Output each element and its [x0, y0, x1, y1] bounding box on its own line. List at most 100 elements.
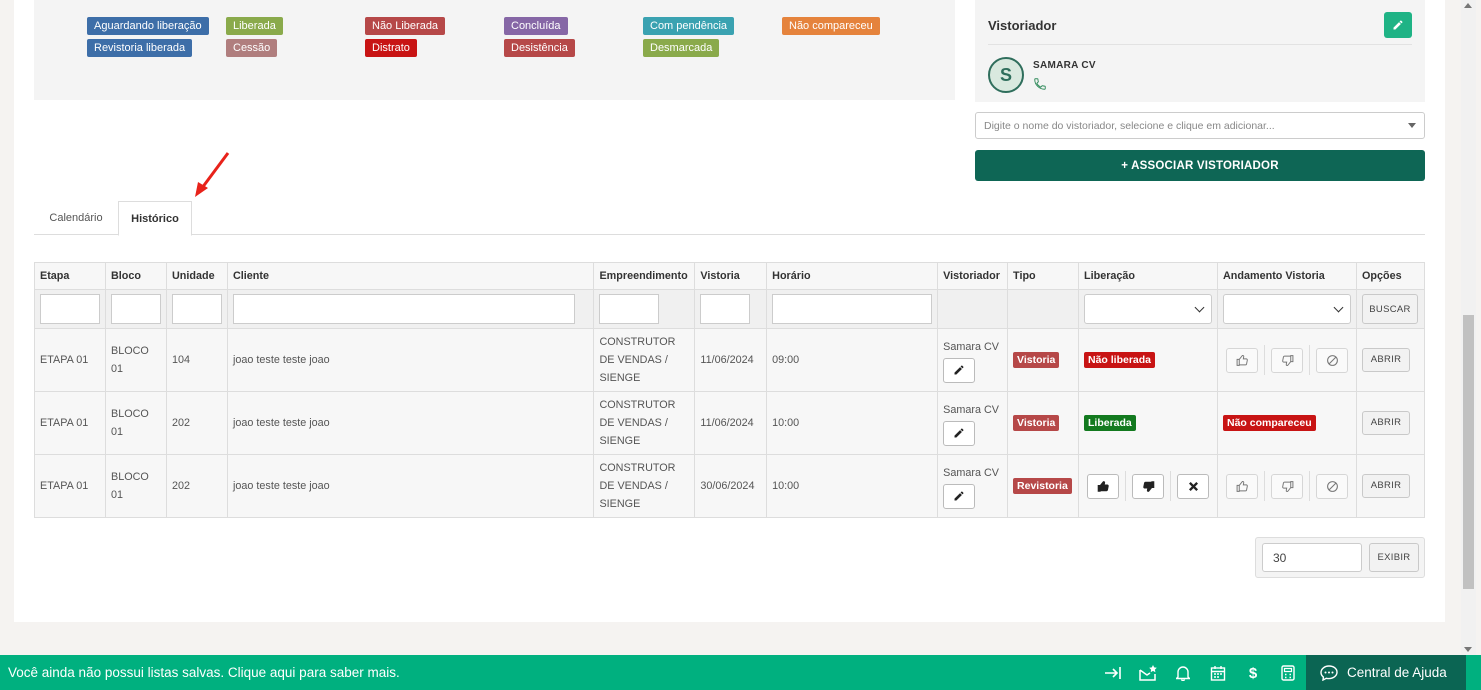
legend-distrato: Distrato: [365, 39, 417, 57]
bell-icon[interactable]: [1173, 663, 1193, 683]
cell-vistoria: 11/06/2024: [694, 391, 768, 455]
pencil-icon: [954, 365, 964, 375]
legend-nao-liberada: Não Liberada: [365, 17, 446, 35]
legend-desistencia: Desistência: [504, 39, 575, 57]
abrir-button[interactable]: ABRIR: [1362, 474, 1410, 498]
filter-etapa-input[interactable]: [40, 294, 100, 324]
header-opcoes: Opções: [1356, 262, 1425, 290]
buscar-button[interactable]: BUSCAR: [1362, 294, 1418, 324]
liberar-button[interactable]: [1087, 473, 1119, 499]
page-size-input[interactable]: 30: [1262, 543, 1362, 572]
nao-compareceu-button[interactable]: [1271, 347, 1303, 373]
pencil-icon: [1393, 20, 1403, 30]
table-row: ETAPA 01 BLOCO 01 104 joao teste teste j…: [34, 328, 1425, 392]
vistoriador-name: Samara CV: [943, 403, 999, 416]
cell-etapa: ETAPA 01: [34, 391, 106, 455]
divider: [988, 44, 1412, 45]
header-tipo: Tipo: [1007, 262, 1079, 290]
cancelar-button[interactable]: [1316, 473, 1348, 499]
calendar-icon[interactable]: [1208, 663, 1228, 683]
mail-star-icon[interactable]: [1138, 663, 1158, 683]
filter-cliente-input[interactable]: [233, 294, 575, 324]
cancelar-liberacao-button[interactable]: [1177, 473, 1209, 499]
scrollbar-thumb[interactable]: [1463, 315, 1474, 589]
tab-historico[interactable]: Histórico: [118, 201, 192, 236]
filter-vistoria-input[interactable]: [700, 294, 751, 324]
vistoriador-select-placeholder: Digite o nome do vistoriador, selecione …: [984, 120, 1275, 132]
filter-andamento-select[interactable]: [1223, 294, 1351, 324]
phone-icon[interactable]: [1033, 77, 1047, 94]
compareceu-button[interactable]: [1226, 473, 1258, 499]
cell-tipo: Revistoria: [1007, 454, 1079, 518]
saved-lists-message[interactable]: Você ainda não possui listas salvas. Cli…: [8, 665, 400, 680]
header-unidade: Unidade: [166, 262, 228, 290]
header-horario: Horário: [766, 262, 939, 290]
cell-unidade: 202: [166, 391, 228, 455]
cell-vistoria: 30/06/2024: [694, 454, 768, 518]
cancelar-button[interactable]: [1316, 347, 1348, 373]
cell-empreendimento: CONSTRUTOR DE VENDAS / SIENGE: [593, 454, 696, 518]
nao-compareceu-button[interactable]: [1271, 473, 1303, 499]
thumbs-up-icon: [1236, 354, 1248, 366]
abrir-button[interactable]: ABRIR: [1362, 348, 1410, 372]
filter-liberacao-select[interactable]: [1084, 294, 1212, 324]
filter-row: BUSCAR: [34, 289, 1425, 329]
scrollbar[interactable]: [1461, 0, 1476, 655]
collapse-icon[interactable]: [1103, 663, 1123, 683]
legend-revistoria-liberada: Revistoria liberada: [87, 39, 193, 57]
ban-icon: [1326, 480, 1338, 492]
liberacao-badge: Liberada: [1084, 415, 1136, 431]
edit-vistoriador-button[interactable]: [943, 420, 976, 446]
legend-concluida: Concluída: [504, 17, 568, 35]
calculator-icon[interactable]: [1278, 663, 1298, 683]
header-bloco: Bloco: [105, 262, 167, 290]
vistoriador-select[interactable]: Digite o nome do vistoriador, selecione …: [975, 112, 1425, 139]
edit-vistoriador-button[interactable]: [1384, 12, 1412, 38]
page-size-control: 30 EXIBIR: [1255, 537, 1425, 578]
header-vistoriador: Vistoriador: [937, 262, 1009, 290]
chevron-down-icon: [1333, 302, 1344, 313]
nao-liberar-button[interactable]: [1132, 473, 1164, 499]
scroll-down-arrow[interactable]: [1464, 647, 1472, 652]
header-etapa: Etapa: [34, 262, 106, 290]
central-de-ajuda-button[interactable]: Central de Ajuda: [1306, 655, 1466, 690]
cell-horario: 09:00: [766, 328, 939, 392]
edit-vistoriador-button[interactable]: [943, 357, 976, 383]
cell-bloco: BLOCO 01: [105, 328, 167, 392]
legend-cessao: Cessão: [226, 39, 278, 57]
associar-vistoriador-button[interactable]: + ASSOCIAR VISTORIADOR: [975, 150, 1425, 181]
filter-horario-input[interactable]: [772, 294, 933, 324]
thumbs-down-icon: [1281, 480, 1293, 492]
header-liberacao: Liberação: [1078, 262, 1218, 290]
thumbs-down-icon: [1281, 354, 1293, 366]
cell-tipo: Vistoria: [1007, 328, 1079, 392]
cell-etapa: ETAPA 01: [34, 454, 106, 518]
header-andamento: Andamento Vistoria: [1217, 262, 1357, 290]
abrir-button[interactable]: ABRIR: [1362, 411, 1410, 435]
liberacao-badge: Não liberada: [1084, 352, 1156, 368]
cell-horario: 10:00: [766, 391, 939, 455]
cell-cliente: joao teste teste joao: [226, 454, 595, 518]
tabs-bar: Calendário Histórico: [34, 201, 1425, 236]
cell-bloco: BLOCO 01: [105, 391, 167, 455]
header-vistoria: Vistoria: [694, 262, 768, 290]
vistoriador-title: Vistoriador: [988, 18, 1057, 33]
pencil-icon: [954, 428, 964, 438]
red-arrow-annotation: [195, 152, 230, 197]
thumbs-down-icon: [1142, 480, 1154, 492]
dollar-icon[interactable]: $: [1243, 663, 1263, 683]
avatar: S: [988, 57, 1024, 93]
filter-unidade-input[interactable]: [172, 294, 222, 324]
compareceu-button[interactable]: [1226, 347, 1258, 373]
cell-andamento: [1217, 454, 1357, 518]
filter-bloco-input[interactable]: [111, 294, 161, 324]
scroll-up-arrow[interactable]: [1464, 3, 1472, 8]
tab-calendario[interactable]: Calendário: [34, 201, 118, 235]
edit-vistoriador-button[interactable]: [943, 483, 976, 509]
cell-liberacao: Liberada: [1078, 391, 1218, 455]
exibir-button[interactable]: EXIBIR: [1369, 543, 1419, 572]
legend-nao-compareceu: Não compareceu: [782, 17, 880, 35]
header-cliente: Cliente: [226, 262, 595, 290]
cell-cliente: joao teste teste joao: [226, 328, 595, 392]
filter-empreendimento-input[interactable]: [599, 294, 660, 324]
